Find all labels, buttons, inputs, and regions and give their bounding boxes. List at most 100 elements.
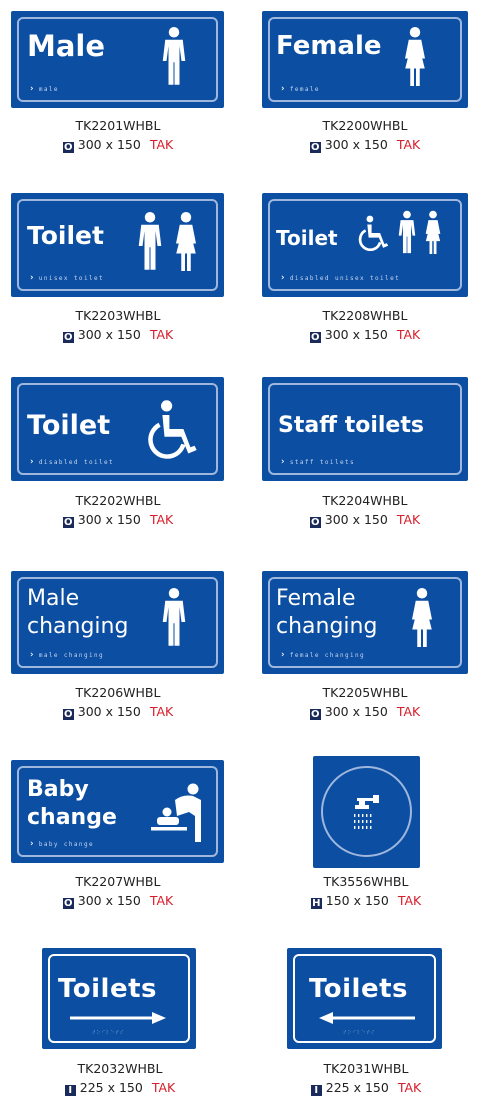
sign-small-text: male [29, 84, 59, 94]
product-size: 300 x 150 [77, 327, 141, 342]
product-spec: O 300 x 150 TAK [290, 137, 440, 153]
orientation-badge: O [62, 332, 74, 343]
sign-title: Male changing [27, 585, 128, 641]
product-size: 300 x 150 [324, 137, 388, 152]
product-code: TK3556WHBL [323, 874, 409, 889]
sign-small-text: staff toilets [280, 457, 355, 467]
baby-change-icon [151, 783, 201, 842]
tak-label: TAK [396, 327, 421, 342]
product-code: TK2205WHBL [322, 685, 408, 700]
orientation-badge: I [64, 1085, 76, 1096]
product-spec: I 225 x 150 TAK [45, 1080, 195, 1096]
man-icon [162, 27, 186, 85]
sign-image: Baby change baby change [11, 760, 224, 863]
tak-label: TAK [149, 512, 174, 527]
sign-title: Toilet [27, 410, 111, 441]
man-icon [138, 212, 162, 270]
sign-image: Toilet disabled toilet [11, 377, 224, 481]
sign-image: Toilets ⠞⠕⠊⠇⠑⠞⠎ [42, 948, 196, 1049]
product-spec: H 150 x 150 TAK [291, 893, 441, 909]
sign-title-line2: change [27, 805, 117, 830]
woman-icon [425, 210, 441, 254]
sign-title-line2: changing [27, 614, 129, 639]
product-code: TK2203WHBL [75, 308, 161, 323]
sign-title: Toilet [276, 226, 338, 250]
sign-image: Toilet disabled unisex toilet [262, 193, 468, 297]
tak-label: TAK [151, 1080, 176, 1095]
orientation-badge: O [62, 709, 74, 720]
orientation-badge: I [310, 1085, 322, 1096]
tak-label: TAK [396, 512, 421, 527]
arrow-left-icon [319, 1012, 415, 1024]
sign-title: Female [276, 31, 382, 61]
product-spec: O 300 x 150 TAK [43, 893, 193, 909]
sign-small-text: male changing [29, 650, 104, 660]
product-code: TK2206WHBL [75, 685, 161, 700]
product-spec: O 300 x 150 TAK [290, 704, 440, 720]
tak-label: TAK [149, 327, 174, 342]
braille-dots: ⠞⠕⠊⠇⠑⠞⠎ [343, 1030, 376, 1036]
orientation-badge: H [310, 898, 322, 909]
orientation-badge: O [62, 898, 74, 909]
orientation-badge: O [309, 517, 321, 528]
product-size: 300 x 150 [77, 137, 141, 152]
sign-image: Female changing female changing [262, 571, 468, 674]
sign-title: Toilet [27, 221, 104, 250]
tak-label: TAK [397, 893, 422, 908]
product-size: 300 x 150 [324, 327, 388, 342]
product-code: TK2200WHBL [322, 118, 408, 133]
product-size: 225 x 150 [325, 1080, 389, 1095]
tak-label: TAK [149, 137, 174, 152]
sign-title-line1: Baby [27, 777, 89, 802]
product-size: 300 x 150 [324, 704, 388, 719]
product-spec: I 225 x 150 TAK [291, 1080, 441, 1096]
product-spec: O 300 x 150 TAK [290, 327, 440, 343]
woman-icon [176, 212, 196, 271]
tak-label: TAK [149, 704, 174, 719]
sign-small-text: female [280, 84, 320, 94]
sign-image [313, 756, 420, 868]
product-code: TK2201WHBL [75, 118, 161, 133]
sign-title: Staff toilets [278, 413, 424, 438]
product-spec: O 300 x 150 TAK [43, 327, 193, 343]
sign-title: Toilets [309, 974, 409, 1004]
orientation-badge: O [62, 517, 74, 528]
orientation-badge: O [62, 142, 74, 153]
woman-icon [412, 588, 432, 647]
product-spec: O 300 x 150 TAK [43, 512, 193, 528]
shower-icon [354, 795, 379, 829]
sign-image: Toilets ⠞⠕⠊⠇⠑⠞⠎ [287, 948, 442, 1049]
product-code: TK2208WHBL [322, 308, 408, 323]
tak-label: TAK [149, 893, 174, 908]
product-size: 300 x 150 [324, 512, 388, 527]
sign-title-line1: Male [27, 586, 80, 611]
product-size: 300 x 150 [77, 704, 141, 719]
tak-label: TAK [397, 1080, 422, 1095]
sign-title: Male [27, 29, 106, 63]
sign-small-text: baby change [29, 839, 94, 849]
orientation-badge: O [309, 709, 321, 720]
tak-label: TAK [396, 137, 421, 152]
wheelchair-icon [147, 399, 203, 459]
product-code: TK2207WHBL [75, 874, 161, 889]
product-code: TK2031WHBL [323, 1061, 409, 1076]
product-spec: O 300 x 150 TAK [290, 512, 440, 528]
product-code: TK2032WHBL [77, 1061, 163, 1076]
sign-small-text: disabled toilet [29, 457, 114, 467]
sign-image: Male male [11, 11, 224, 108]
sign-image: Toilet unisex toilet [11, 193, 224, 297]
tak-label: TAK [396, 704, 421, 719]
product-size: 150 x 150 [325, 893, 389, 908]
product-spec: O 300 x 150 TAK [43, 704, 193, 720]
orientation-badge: O [309, 142, 321, 153]
sign-title-line1: Female [276, 586, 356, 611]
sign-title: Female changing [276, 585, 377, 641]
woman-icon [405, 27, 425, 86]
sign-title: Baby change [27, 776, 117, 832]
man-icon [398, 210, 416, 254]
man-icon [162, 588, 186, 646]
product-size: 300 x 150 [77, 512, 141, 527]
sign-image: Female female [262, 11, 468, 108]
arrow-right-icon [70, 1012, 166, 1024]
product-size: 300 x 150 [77, 893, 141, 908]
